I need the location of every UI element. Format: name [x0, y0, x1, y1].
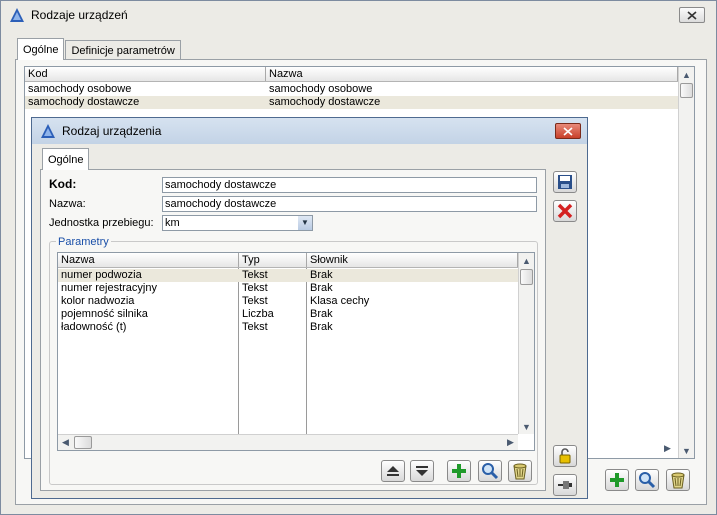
move-down-button[interactable]: [410, 460, 434, 482]
dialog-window: Rodzaj urządzenia Ogólne Kod: samochody …: [31, 117, 588, 499]
tab-ogolne[interactable]: Ogólne: [17, 38, 65, 60]
lock-icon: [559, 448, 571, 464]
scroll-up-icon[interactable]: ▲: [679, 67, 694, 82]
close-icon: [563, 126, 573, 136]
cell-nazwa: ładowność (t): [61, 321, 127, 333]
kod-input[interactable]: samochody dostawcze: [162, 177, 537, 193]
scroll-down-icon[interactable]: ▼: [519, 419, 534, 434]
outer-close-button[interactable]: [679, 7, 705, 23]
cell-typ: Liczba: [242, 308, 274, 320]
move-up-button[interactable]: [381, 460, 405, 482]
parametry-group-label: Parametry: [56, 235, 111, 249]
scroll-thumb[interactable]: [680, 83, 693, 98]
params-add-button[interactable]: [447, 460, 471, 482]
scroll-left-icon[interactable]: ◀: [58, 435, 73, 450]
table-row-selected[interactable]: samochody dostawcze samochody dostawcze: [25, 96, 678, 109]
cell-nazwa: samochody dostawcze: [269, 96, 381, 108]
scroll-down-icon[interactable]: ▼: [679, 443, 694, 458]
outer-list-header: Kod Nazwa: [25, 67, 694, 82]
cell-slownik: Brak: [310, 308, 333, 320]
plus-icon: [452, 464, 466, 478]
tab-label: Ogólne: [23, 43, 59, 56]
scroll-thumb[interactable]: [74, 436, 92, 449]
params-delete-button[interactable]: [508, 460, 532, 482]
app-logo-icon: [10, 8, 24, 22]
search-icon: [639, 472, 656, 489]
kod-label: Kod:: [49, 177, 77, 191]
cell-nazwa: numer rejestracyjny: [61, 282, 157, 294]
tab-ogolne[interactable]: Ogólne: [42, 148, 90, 170]
table-row-selected[interactable]: numer podwozia Tekst Brak: [58, 269, 518, 282]
delete-icon: [557, 203, 573, 219]
save-button[interactable]: [553, 171, 577, 193]
outer-vertical-scrollbar[interactable]: ▲ ▼: [678, 67, 694, 458]
params-search-button[interactable]: [478, 460, 502, 482]
table-row[interactable]: samochody osobowe samochody osobowe: [25, 83, 678, 96]
params-vertical-scrollbar[interactable]: ▲ ▼: [518, 253, 534, 434]
cell-typ: Tekst: [242, 321, 268, 333]
plus-icon: [610, 473, 624, 487]
outer-scroll-right-icon[interactable]: ▶: [660, 441, 675, 456]
cell-slownik: Brak: [310, 269, 333, 281]
cell-slownik: Klasa cechy: [310, 295, 370, 307]
app-logo-icon: [41, 124, 55, 138]
nazwa-label: Nazwa:: [49, 198, 86, 210]
cell-typ: Tekst: [242, 295, 268, 307]
column-header-nazwa[interactable]: Nazwa: [58, 253, 239, 267]
outer-tabs: Ogólne Definicje parametrów: [17, 38, 182, 60]
pin-button[interactable]: [553, 474, 577, 496]
chevron-down-icon[interactable]: ▼: [298, 216, 312, 230]
nazwa-input[interactable]: samochody dostawcze: [162, 196, 537, 212]
search-icon: [482, 463, 499, 480]
cell-nazwa: pojemność silnika: [61, 308, 148, 320]
outer-search-button[interactable]: [635, 469, 659, 491]
cell-nazwa: numer podwozia: [61, 269, 142, 281]
move-down-icon: [416, 466, 428, 476]
tab-label: Ogólne: [48, 153, 84, 166]
dialog-tabs: Ogólne: [42, 148, 90, 170]
table-row[interactable]: numer rejestracyjny Tekst Brak: [58, 282, 518, 295]
close-icon: [687, 10, 697, 20]
column-header-typ[interactable]: Typ: [239, 253, 307, 267]
params-horizontal-scrollbar[interactable]: ◀ ▶: [58, 434, 518, 450]
save-icon: [558, 175, 572, 189]
cell-slownik: Brak: [310, 321, 333, 333]
lock-button[interactable]: [553, 445, 577, 467]
dialog-titlebar[interactable]: Rodzaj urządzenia: [32, 118, 587, 144]
cell-typ: Tekst: [242, 282, 268, 294]
scroll-thumb[interactable]: [520, 269, 533, 285]
table-row[interactable]: pojemność silnika Liczba Brak: [58, 308, 518, 321]
table-row[interactable]: ładowność (t) Tekst Brak: [58, 321, 518, 334]
cell-nazwa: kolor nadwozia: [61, 295, 135, 307]
column-header-slownik[interactable]: Słownik: [307, 253, 518, 267]
tab-label: Definicje parametrów: [71, 44, 175, 57]
cell-kod: samochody osobowe: [28, 83, 132, 95]
tab-definicje-parametrow[interactable]: Definicje parametrów: [65, 40, 181, 60]
cell-slownik: Brak: [310, 282, 333, 294]
outer-add-button[interactable]: [605, 469, 629, 491]
cell-nazwa: samochody osobowe: [269, 83, 373, 95]
outer-title: Rodzaje urządzeń: [31, 8, 128, 22]
outer-delete-button[interactable]: [666, 469, 690, 491]
scroll-up-icon[interactable]: ▲: [519, 253, 534, 268]
move-up-icon: [387, 466, 399, 476]
params-list[interactable]: Nazwa Typ Słownik numer podwozia Tekst B…: [57, 252, 535, 451]
cell-typ: Tekst: [242, 269, 268, 281]
column-header-nazwa[interactable]: Nazwa: [266, 67, 678, 81]
jednostka-value: km: [165, 217, 180, 229]
table-row[interactable]: kolor nadwozia Tekst Klasa cechy: [58, 295, 518, 308]
outer-titlebar[interactable]: Rodzaje urządzeń: [1, 1, 716, 29]
cell-kod: samochody dostawcze: [28, 96, 140, 108]
pin-icon: [558, 481, 572, 489]
dialog-title: Rodzaj urządzenia: [62, 124, 162, 138]
params-list-header: Nazwa Typ Słownik: [58, 253, 534, 268]
scroll-right-icon[interactable]: ▶: [503, 435, 518, 450]
column-header-kod[interactable]: Kod: [25, 67, 266, 81]
cancel-button[interactable]: [553, 200, 577, 222]
dialog-close-button[interactable]: [555, 123, 581, 139]
jednostka-label: Jednostka przebiegu:: [49, 217, 154, 229]
trash-icon: [671, 472, 685, 489]
jednostka-select[interactable]: km ▼: [162, 215, 313, 231]
trash-icon: [513, 463, 527, 480]
